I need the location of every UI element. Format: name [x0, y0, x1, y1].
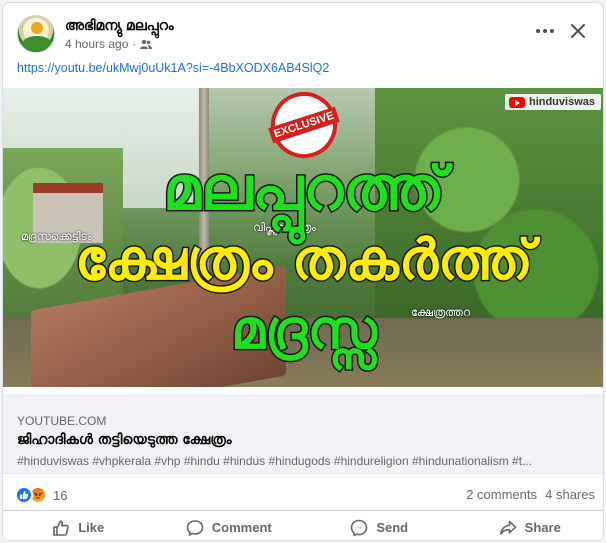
meta-separator: ·	[132, 37, 137, 51]
send-icon	[351, 519, 368, 536]
link-domain: YOUTUBE.COM	[17, 414, 107, 428]
comment-icon	[186, 519, 204, 536]
post-stats: 16 2 comments 4 shares	[3, 477, 603, 511]
share-count[interactable]: 4 shares	[545, 487, 595, 502]
comment-count[interactable]: 2 comments	[466, 487, 537, 502]
like-reaction-icon	[15, 486, 33, 504]
thumb-title-line-1: മലപ്പുറത്ത്	[162, 153, 447, 226]
channel-watermark: hinduviswas	[504, 94, 601, 110]
post-link[interactable]: https://youtu.be/ukMwj0uUk1A?si=-4BbXODX…	[17, 61, 329, 75]
send-button[interactable]: Send	[304, 513, 455, 540]
more-options-button[interactable]	[533, 19, 557, 43]
comment-button[interactable]: Comment	[154, 513, 305, 540]
link-title[interactable]: ജിഹാദികൾ തട്ടിയെടുത്ത ക്ഷേത്രം	[17, 432, 232, 448]
share-icon	[499, 520, 516, 535]
more-icon	[536, 29, 554, 33]
share-label: Share	[524, 520, 561, 535]
friends-icon[interactable]	[140, 39, 153, 49]
send-label: Send	[376, 520, 409, 535]
author-avatar[interactable]	[17, 15, 55, 53]
author-name[interactable]: അഭിമന്യു മലപ്പുറം	[65, 17, 174, 34]
comment-label: Comment	[211, 520, 272, 535]
reaction-count: 16	[53, 487, 68, 503]
thumb-title-line-2: ക്ഷേത്രം തകർത്ത്	[74, 227, 535, 295]
link-preview[interactable]: YOUTUBE.COM ജിഹാദികൾ തട്ടിയെടുത്ത ക്ഷേത്…	[3, 394, 603, 474]
like-label: Like	[78, 520, 105, 535]
post-header: അഭിമന്യു മലപ്പുറം 4 hours ago ·	[3, 3, 603, 59]
post-actions: Like Comment Send Share	[3, 513, 604, 540]
thumb-title-line-3: മദ്രസ്സ	[230, 297, 379, 363]
avatar-hill	[22, 36, 52, 52]
thumb-bottom-strip	[3, 387, 603, 394]
channel-watermark-label: hinduviswas	[528, 96, 595, 108]
post-time[interactable]: 4 hours ago	[65, 37, 128, 51]
like-icon	[53, 519, 70, 536]
close-icon	[571, 24, 585, 38]
video-thumbnail[interactable]: EXCLUSIVE hinduviswas മദ്രസക്കെട്ടിടം വി…	[3, 88, 603, 394]
post-card: അഭിമന്യു മലപ്പുറം 4 hours ago · https://…	[2, 2, 604, 541]
share-button[interactable]: Share	[455, 513, 604, 540]
link-description: #hinduviswas #vhpkerala #vhp #hindu #hin…	[17, 454, 533, 468]
post-meta: 4 hours ago ·	[65, 37, 153, 51]
exclusive-badge-label: EXCLUSIVE	[268, 106, 340, 144]
avatar-sun	[31, 22, 43, 34]
like-button[interactable]: Like	[3, 513, 154, 540]
youtube-logo-icon	[508, 96, 525, 108]
close-button[interactable]	[565, 18, 591, 44]
reaction-summary[interactable]: 16	[15, 486, 67, 504]
